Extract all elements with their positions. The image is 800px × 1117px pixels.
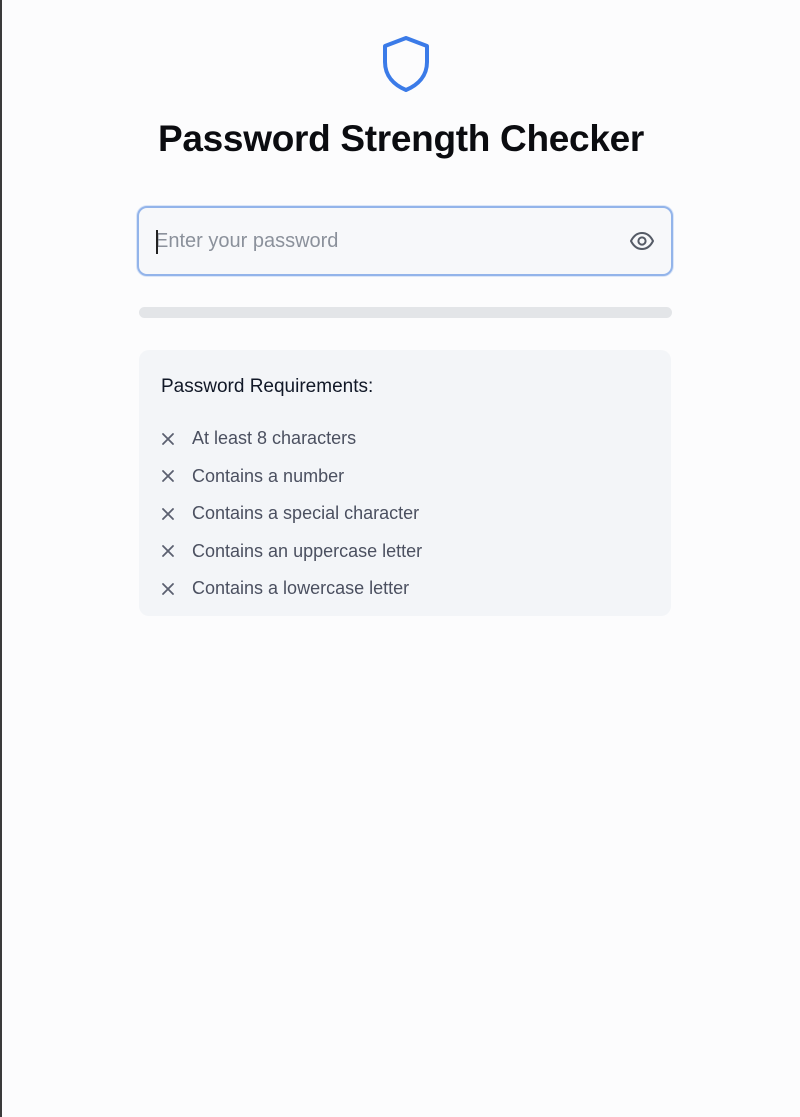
requirement-label: Contains a lowercase letter (192, 578, 410, 599)
requirement-item: Contains an uppercase letter (161, 533, 422, 571)
x-icon (162, 545, 174, 558)
x-icon (162, 432, 174, 445)
requirement-label: Contains a number (192, 465, 345, 486)
password-field[interactable] (137, 206, 673, 276)
requirements-heading: Password Requirements: (161, 376, 374, 397)
requirement-item: Contains a special character (161, 495, 422, 533)
x-icon (162, 507, 174, 520)
shield-icon (383, 36, 429, 92)
x-icon (162, 470, 174, 483)
requirement-label: Contains an uppercase letter (192, 540, 423, 561)
password-input[interactable] (155, 208, 615, 274)
page-title: Password Strength Checker (158, 118, 644, 159)
requirement-item: Contains a lowercase letter (161, 570, 422, 608)
requirement-label: Contains a special character (192, 503, 420, 524)
requirements-card: Password Requirements: At least 8 charac… (139, 350, 671, 616)
text-caret (156, 230, 158, 254)
requirement-item: Contains a number (161, 458, 422, 496)
eye-icon[interactable] (629, 230, 655, 252)
requirements-list: At least 8 characters Contains a number … (161, 420, 422, 608)
requirement-label: At least 8 characters (192, 428, 357, 449)
requirement-item: At least 8 characters (161, 420, 422, 458)
strength-meter (139, 307, 672, 318)
x-icon (162, 582, 174, 595)
